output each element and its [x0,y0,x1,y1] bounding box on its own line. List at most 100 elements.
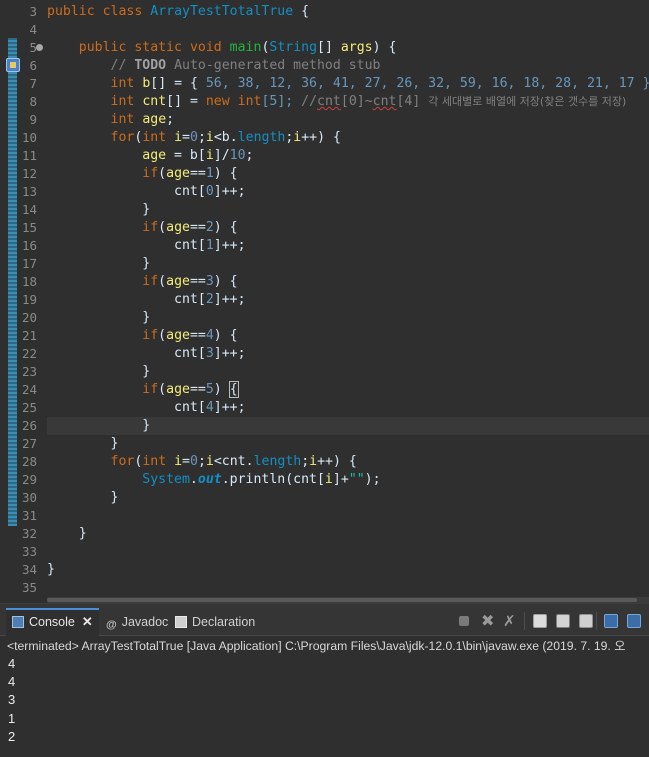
line-number: 10 [21,130,37,145]
code-token: ); [364,472,381,487]
code-line[interactable]: } [47,435,649,453]
code-line[interactable]: if(age==301) { [47,165,649,183]
line-number: 12 [21,166,37,181]
code-token: ( [158,166,167,181]
tab-label: Console [29,615,75,629]
code-line[interactable]: cnt[2]++; [47,291,649,309]
number-literal: 4 [205,328,214,343]
code-line[interactable]: System.out.println(cnt[i]+""); [47,471,649,489]
variable-name: cnt [142,94,167,109]
remove-launch-icon[interactable]: ✖ [481,613,495,629]
console-icon [12,616,24,628]
scrollbar-thumb[interactable] [47,598,637,602]
code-text-area[interactable]: public class ArrayTestTotalTrue { public… [47,3,649,597]
keyword: if [142,274,159,289]
variable-name: i [205,454,214,469]
code-token: } [142,202,151,217]
code-line[interactable]: if(age==3) { [47,273,649,291]
code-line[interactable] [47,543,649,561]
keyword: int [142,130,167,145]
code-token: ]++; [213,400,246,415]
variable-name: age [166,166,190,181]
code-line[interactable]: cnt[1]++; [47,237,649,255]
code-line[interactable] [47,579,649,597]
keyword: static [134,40,182,55]
tab-declaration[interactable]: Declaration [175,610,255,634]
tab-console[interactable]: Console ✕ [6,608,99,636]
comment: // [110,58,135,73]
code-line[interactable]: public class ArrayTestTotalTrue { [47,3,649,21]
code-token: ]++; [213,292,246,307]
line-number: 3 [29,4,37,19]
comment: // [301,94,318,109]
code-editor[interactable]: 3 4 5 6 7 8 9 10 11 12 13 14 15 16 17 18… [0,0,649,597]
code-line[interactable]: int cnt[] = new int[5]; //cnt[0]~cnt[4] … [47,93,649,111]
line-number: 28 [21,454,37,469]
code-line[interactable]: } [47,561,649,579]
line-number: 31 [21,508,37,523]
code-line[interactable]: int b[] = { 56, 38, 12, 36, 41, 27, 26, … [47,75,649,93]
code-line[interactable]: for(int i=0;i<b.length;i++) { [47,129,649,147]
code-line[interactable]: } [47,255,649,273]
fold-collapse-icon[interactable] [36,44,43,51]
scroll-lock-icon[interactable] [556,614,570,628]
code-line[interactable]: cnt[3]++; [47,345,649,363]
line-number: 6 [29,58,37,73]
code-token: ]+ [332,472,349,487]
code-line[interactable]: if(age==4) { [47,327,649,345]
code-token: ) { [213,166,238,181]
output-line: 4 [8,656,16,671]
line-number: 35 [21,580,37,595]
code-token: ]++; [213,184,246,199]
code-line[interactable]: cnt[4]++; [47,399,649,417]
korean-comment: 각 세대별로 배열에 저장(찾은 갯수를 저장) [428,95,627,108]
code-line[interactable]: public static void main(String[] args) { [47,39,649,57]
code-token: ( [158,220,167,235]
launch-status-line: <terminated> ArrayTestTotalTrue [Java Ap… [7,639,626,653]
matching-bracket-highlight: { [228,381,239,398]
code-token: == [189,166,206,181]
code-line[interactable]: } [47,489,649,507]
terminate-icon[interactable] [459,616,469,626]
line-number: 34 [21,562,37,577]
keyword: if [142,220,159,235]
word-wrap-icon[interactable] [579,614,593,628]
code-line[interactable]: if(age==5) { [47,381,649,399]
console-output[interactable]: 4 4 3 1 2 [8,655,15,746]
code-line[interactable]: age = b[i]/10; [47,147,649,165]
code-line[interactable] [47,507,649,525]
code-line[interactable]: int age; [47,111,649,129]
parameter-name: args [340,40,373,55]
pin-console-icon[interactable] [604,614,618,628]
line-number: 5 [29,40,37,55]
line-number: 11 [21,148,37,163]
code-line[interactable]: cnt[0]++; [47,183,649,201]
remove-all-icon[interactable]: ✗ [503,614,517,629]
code-line[interactable]: // TODO Auto-generated method stub [47,57,649,75]
comment-spelling-flag: cnt [372,94,397,109]
code-line[interactable]: } [47,201,649,219]
code-line[interactable]: } [47,525,649,543]
code-token: ( [158,382,167,397]
code-token: ) { [213,220,238,235]
clear-console-icon[interactable] [533,614,547,628]
current-code-line[interactable]: } [47,417,649,435]
number-literal: 5 [205,382,214,397]
tab-javadoc[interactable]: @ Javadoc [106,610,168,634]
code-token: } [47,562,55,577]
number-literal: 2 [205,220,214,235]
code-line[interactable]: } [47,363,649,381]
code-line[interactable]: for(int i=0;i<cnt.length;i++) { [47,453,649,471]
code-line[interactable]: } [47,309,649,327]
line-number: 19 [21,292,37,307]
display-console-icon[interactable] [627,614,641,628]
output-line: 1 [8,710,16,726]
close-icon[interactable]: ✕ [82,610,93,634]
code-token: ) { [213,274,238,289]
number-literal: 0 [205,184,214,199]
string-literal: "" [348,472,365,487]
code-line[interactable]: if(age==2) { [47,219,649,237]
code-token: == [189,328,206,343]
code-token: = b[ [166,148,206,163]
code-line[interactable] [47,21,649,39]
